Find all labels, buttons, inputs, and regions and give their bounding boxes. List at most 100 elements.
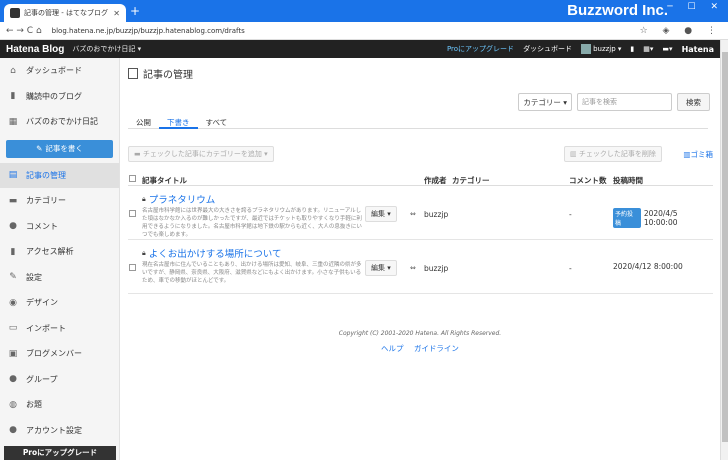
sidebar-menu-item[interactable]: ▣ ブログメンバー [0,341,119,367]
sidebar-menu-icon: ▭ [8,323,18,334]
lock-icon: 🔒︎ [142,248,146,257]
col-title: 記事タイトル [142,176,187,185]
new-tab-icon[interactable]: + [130,5,140,17]
sidebar-item-icon: ⌂ [10,65,16,76]
sidebar-menu-item[interactable]: ▮ アクセス解析 [0,239,119,265]
help-link[interactable]: ヘルプ [381,344,404,353]
sidebar-menu-label: デザイン [26,298,58,308]
sidebar-menu-label: アクセス解析 [26,247,74,257]
row-checkbox[interactable] [129,210,136,217]
tab-title: 記事の管理 - はてなブログ [24,9,108,17]
search-button[interactable]: 検索 [677,93,710,111]
sidebar-menu-item[interactable]: ✎ 設定 [0,265,119,291]
comment-count: - [569,264,572,273]
nav-buttons[interactable]: ← → C ⌂ [6,26,42,36]
search-row: カテゴリー ▾ 記事を検索 検索 [518,93,710,111]
guideline-link[interactable]: ガイドライン [414,344,459,353]
col-author: 作成者 [424,176,447,185]
footer-links: ヘルプ ガイドライン [120,343,720,354]
bulk-actions: ▬ チェックした記事にカテゴリーを追加 ▾ ▥ チェックした記事を削除 ▥ゴミ箱 [128,146,713,164]
edit-button[interactable]: 編集 ▾ [365,206,397,222]
sidebar-item-label: ダッシュボード [26,66,82,76]
trash-link[interactable]: ▥ゴミ箱 [683,149,713,160]
sidebar-menu-item[interactable]: ▬ カテゴリー [0,188,119,214]
category-select[interactable]: カテゴリー ▾ [518,93,572,111]
sidebar-menu-icon: ● [9,221,17,232]
url-field[interactable]: blog.hatena.ne.jp/buzzjp/buzzjp.hatenabl… [52,27,640,35]
scrollbar-thumb[interactable] [722,52,728,442]
dashboard-link[interactable]: ダッシュボード [523,44,572,54]
sidebar-menu-item[interactable]: ● グループ [0,367,119,393]
sidebar-menu-item[interactable]: ● アカウント設定 [0,418,119,444]
col-posted: 投稿時間 [613,176,643,185]
posted-datetime: 2020/4/12 8:00:00 [613,262,683,271]
sidebar-item-label: バズのおでかけ日記 [26,117,98,127]
sidebar-menu-icon: ▤ [8,170,18,181]
article-title-link[interactable]: 🔒︎ よくお出かけする場所について [142,246,282,261]
hatena-top-bar: Hatena Blog バズのおでかけ日記 ▾ Proにアップグレード ダッシュ… [0,40,720,58]
user-name: buzzjp ▾ [593,45,622,53]
document-icon [128,68,138,79]
avatar [581,44,592,54]
add-category-button[interactable]: ▬ チェックした記事にカテゴリーを追加 ▾ [128,146,274,162]
blog-selector[interactable]: バズのおでかけ日記 ▾ [72,44,141,54]
sidebar-menu-icon: ✎ [9,272,17,283]
sidebar-menu-item[interactable]: ▭ インポート [0,316,119,342]
table-row: 🔒︎ よくお出かけする場所について 現在名古屋市に住んでいることもあり、出かける場所… [128,240,713,294]
sidebar-item-icon: ▮ [10,91,16,102]
page-title: 記事の管理 [128,66,712,81]
grid-menu-icon[interactable]: ▦▾ [643,45,653,53]
main-content: 記事の管理 カテゴリー ▾ 記事を検索 検索 公開 下書き すべて ▬ チェック… [120,58,720,460]
pro-upgrade-footer[interactable]: Proにアップグレード [4,446,116,460]
sidebar-menu-item[interactable]: ● コメント [0,214,119,240]
sidebar-menu-label: グループ [26,374,58,384]
user-menu[interactable]: buzzjp ▾ [581,44,621,54]
tab-public[interactable]: 公開 [128,117,159,129]
watermark-brand: Buzzword Inc. [567,2,668,19]
table-header: 記事タイトル 作成者 カテゴリー コメント数 投稿時間 [128,172,713,186]
browser-actions[interactable]: ☆ ◈ ● ⋮ [640,26,722,36]
link-icon[interactable]: ⇔ [410,210,416,218]
edit-button[interactable]: 編集 ▾ [365,260,397,276]
select-all-checkbox[interactable] [129,175,136,182]
message-icon[interactable]: ▬▾ [662,45,672,53]
sidebar-menu-item[interactable]: ◉ デザイン [0,290,119,316]
comment-count: - [569,210,572,219]
sidebar-menu-label: お題 [26,400,42,410]
sidebar-menu-icon: ▣ [8,348,18,359]
posted-datetime: 2020/4/5 10:00:00 [643,209,678,227]
delete-checked-button[interactable]: ▥ チェックした記事を削除 [564,146,662,162]
sidebar-menu-icon: ● [9,374,17,385]
sidebar-item[interactable]: ▦ バズのおでかけ日記 [0,109,119,135]
sidebar-menu-label: 記事の管理 [26,170,66,180]
bookmark-icon[interactable]: ▮ [630,45,634,53]
tab-close-icon[interactable]: ✕ [113,9,120,18]
window-controls[interactable]: ─ ☐ ✕ [667,2,724,12]
sidebar-item-label: 購読中のブログ [26,91,82,101]
article-tabs: 公開 下書き すべて [128,117,708,129]
lock-icon: 🔒︎ [142,194,146,203]
tab-drafts[interactable]: 下書き [159,117,198,129]
sidebar-menu-icon: ◍ [9,399,17,410]
sidebar-item[interactable]: ⌂ ダッシュボード [0,58,119,84]
hatena-link[interactable]: Hatena [682,45,714,54]
sidebar-item[interactable]: ▮ 購読中のブログ [0,84,119,110]
article-author: buzzjp [424,210,449,219]
sidebar-menu-item[interactable]: ▤ 記事の管理 [0,162,119,188]
article-title-link[interactable]: 🔒︎ プラネタリウム [142,192,215,207]
hatena-blog-logo[interactable]: Hatena Blog [6,44,64,55]
row-checkbox[interactable] [129,264,136,271]
article-title: よくお出かけする場所について [148,249,282,260]
tab-all[interactable]: すべて [198,117,236,129]
browser-tab[interactable]: 記事の管理 - はてなブログ ✕ [4,4,126,22]
sidebar-menu-item[interactable]: ◍ お題 [0,392,119,418]
write-article-button[interactable]: ✎ 記事を書く [6,139,113,158]
sidebar-menu-icon: ▬ [8,195,18,206]
scheduled-badge: 予約投稿 [613,208,641,228]
article-author: buzzjp [424,264,449,273]
page-scrollbar[interactable] [720,40,728,460]
search-input[interactable]: 記事を検索 [577,93,672,111]
link-icon[interactable]: ⇔ [410,264,416,272]
pro-upgrade-link[interactable]: Proにアップグレード [447,44,514,54]
sidebar-menu-label: ブログメンバー [26,349,82,359]
